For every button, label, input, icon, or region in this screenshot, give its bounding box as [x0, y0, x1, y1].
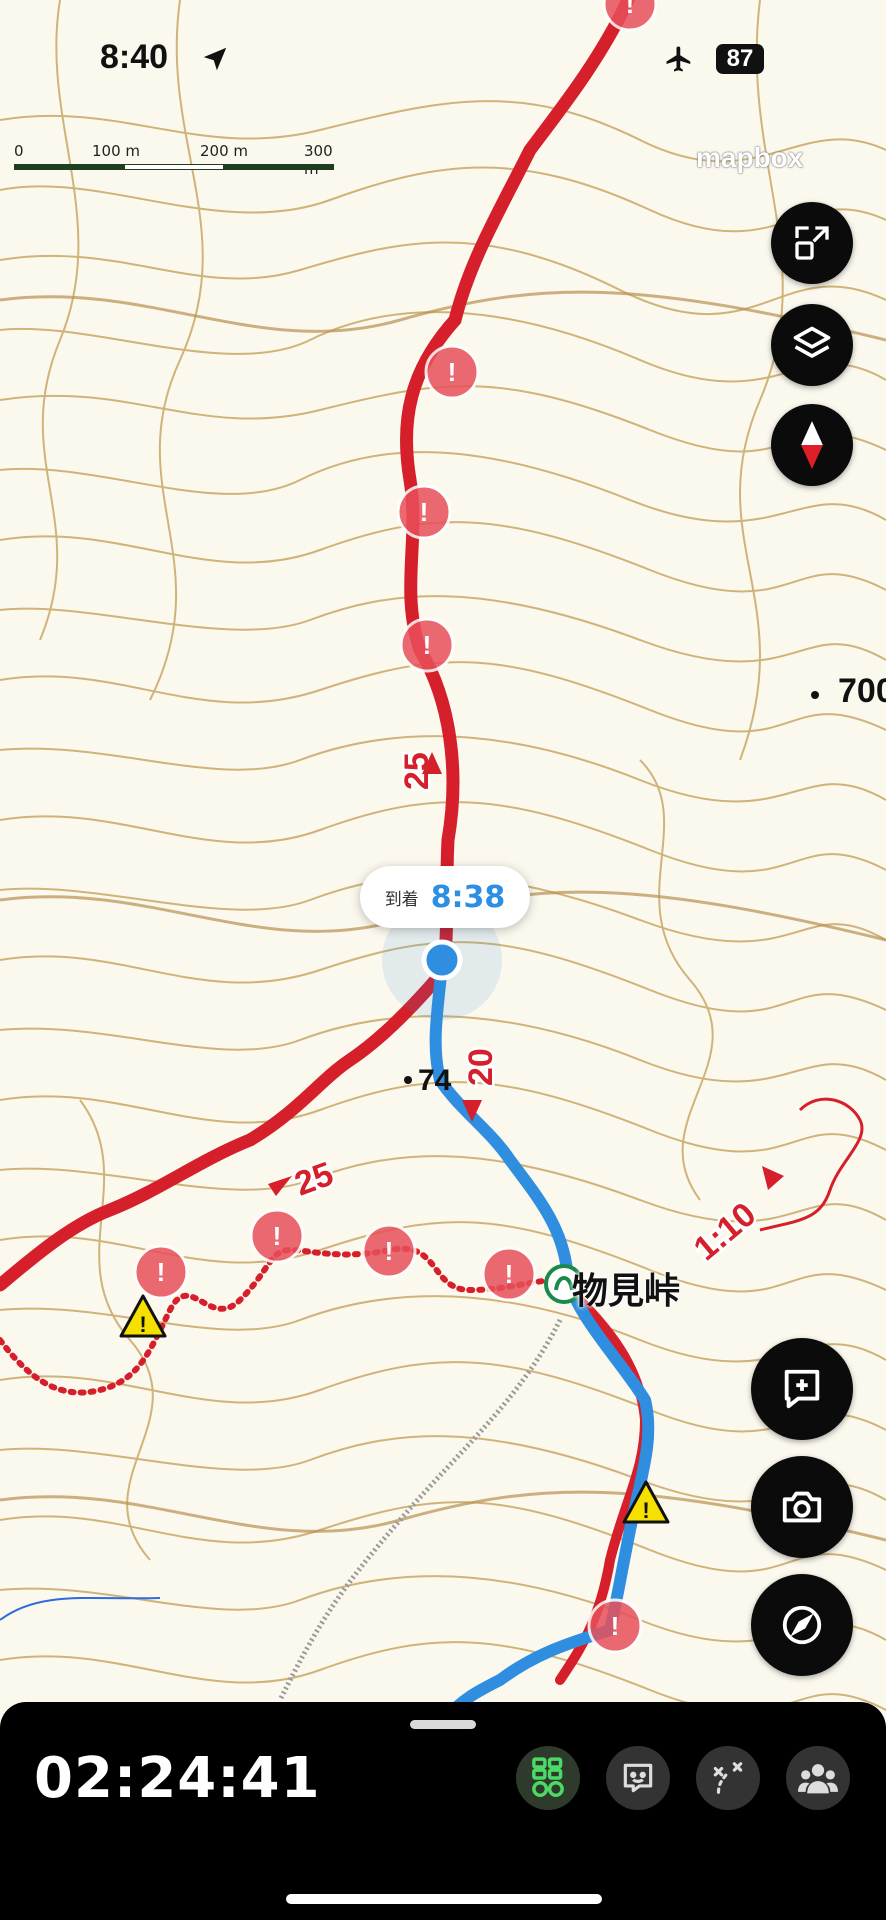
- arrival-label: 到着: [384, 889, 419, 909]
- layers-button[interactable]: [771, 304, 853, 386]
- svg-text:!: !: [505, 1259, 514, 1289]
- fit-route-icon: [795, 226, 829, 260]
- camera-icon: [782, 1491, 822, 1523]
- svg-text:!: !: [157, 1257, 166, 1287]
- svg-text:!: !: [448, 357, 457, 387]
- path-edit-icon: [713, 1762, 743, 1794]
- compass-north-button[interactable]: [771, 404, 853, 486]
- scale-label-0: 0: [14, 142, 24, 160]
- tool-face-memo[interactable]: [606, 1746, 670, 1810]
- tool-route-waypoints[interactable]: [516, 1746, 580, 1810]
- tool-path-edit[interactable]: [696, 1746, 760, 1810]
- svg-text:!: !: [420, 497, 429, 527]
- compass-icon: [782, 1605, 822, 1645]
- scale-segment: [224, 164, 334, 170]
- svg-text:!: !: [273, 1221, 282, 1251]
- camera-button[interactable]: [751, 1456, 853, 1558]
- place-name-label: 物見峠: [572, 1270, 681, 1311]
- spot-height-label: 700: [838, 672, 886, 710]
- route-time-label-20: 20: [460, 1046, 503, 1089]
- svg-text:!: !: [611, 1611, 620, 1641]
- spot-height-dot: [404, 1076, 412, 1084]
- spot-height-dot: [811, 691, 819, 699]
- scale-segment: [14, 164, 124, 170]
- status-bar: 8:40 87: [0, 0, 886, 120]
- fit-route-button[interactable]: [771, 202, 853, 284]
- scale-label-100: 100 m: [92, 142, 141, 160]
- svg-text:!: !: [642, 1498, 649, 1523]
- current-location-dot: [421, 939, 463, 981]
- airplane-icon: [666, 46, 691, 72]
- battery-indicator: 87: [716, 44, 764, 74]
- scale-label-300: 300 m: [304, 142, 333, 178]
- add-comment-icon: [784, 1369, 820, 1409]
- spot-height-partial-label: 74: [418, 1064, 452, 1097]
- scale-label-200: 200 m: [200, 142, 249, 160]
- home-indicator[interactable]: [286, 1894, 602, 1904]
- tool-group[interactable]: [786, 1746, 850, 1810]
- mapbox-logo-text: mapbox: [696, 142, 804, 173]
- north-arrow-icon: [801, 421, 823, 469]
- svg-text:!: !: [139, 1312, 146, 1337]
- svg-text:20: 20: [462, 1048, 500, 1086]
- location-arrow-icon: [203, 47, 227, 71]
- scale-bar: 0 100 m 200 m 300 m: [14, 142, 334, 178]
- panel-drag-handle[interactable]: [410, 1720, 476, 1729]
- elapsed-time: 02:24:41: [34, 1746, 321, 1811]
- scale-segment: [124, 164, 224, 170]
- svg-text:!: !: [385, 1236, 394, 1266]
- activity-panel[interactable]: 02:24:41: [0, 1702, 886, 1920]
- svg-text:!: !: [423, 630, 432, 660]
- status-time: 8:40: [100, 38, 169, 76]
- arrival-time-callout[interactable]: 到着 8:38: [360, 866, 530, 928]
- layers-icon: [793, 326, 831, 358]
- route-waypoints-icon: [532, 1757, 564, 1798]
- add-memo-button[interactable]: [751, 1338, 853, 1440]
- navigation-button[interactable]: [751, 1574, 853, 1676]
- face-memo-icon: [623, 1763, 653, 1793]
- mapbox-logo[interactable]: mapbox: [696, 142, 803, 174]
- arrival-time: 8:38: [430, 879, 506, 915]
- group-icon: [798, 1764, 838, 1794]
